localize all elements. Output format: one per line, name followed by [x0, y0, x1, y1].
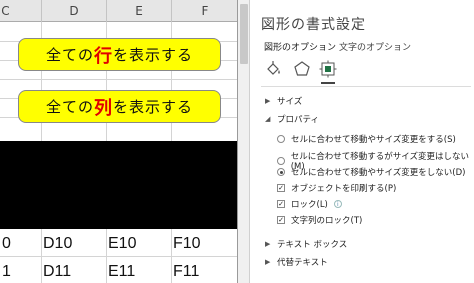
cell-e11[interactable]: E11: [108, 259, 135, 283]
size-properties-icon[interactable]: [319, 60, 337, 78]
section-size-label: サイズ: [277, 97, 303, 107]
button-text-suffix: を表示する: [113, 46, 194, 64]
expand-caret-icon: ▶: [265, 97, 271, 105]
checkbox[interactable]: ✓: [277, 200, 285, 208]
cell-e10[interactable]: E10: [108, 231, 136, 257]
selected-black-shape[interactable]: [0, 141, 238, 229]
column-header-c[interactable]: C: [0, 0, 42, 22]
show-all-columns-button[interactable]: 全ての列を表示する: [18, 90, 221, 123]
radio-dont-move-or-size[interactable]: セルに合わせて移動やサイズ変更をしない(D): [277, 166, 465, 178]
radio-button[interactable]: [277, 157, 285, 165]
checkbox-lock-text[interactable]: ✓ 文字列のロック(T): [277, 214, 362, 226]
cell-d10[interactable]: D10: [43, 231, 72, 257]
cell-f10[interactable]: F10: [173, 231, 201, 257]
button-text-prefix: 全ての: [45, 46, 94, 64]
section-alt-text-label: 代替テキスト: [277, 258, 328, 268]
radio-button-selected[interactable]: [277, 168, 285, 176]
tab-text-options[interactable]: 文字のオプション: [339, 40, 411, 53]
section-size[interactable]: ▶ サイズ: [265, 95, 302, 107]
cell-c10[interactable]: 0: [2, 231, 11, 257]
button-text-prefix: 全ての: [45, 98, 94, 116]
scrollbar-thumb[interactable]: [240, 4, 248, 64]
radio-label: セルに合わせて移動やサイズ変更をしない(D): [291, 168, 466, 178]
vertical-scrollbar[interactable]: [238, 0, 250, 283]
pane-title: 図形の書式設定: [261, 17, 366, 33]
fill-line-icon[interactable]: [265, 60, 283, 78]
column-header-e[interactable]: E: [107, 0, 172, 22]
cell-c11[interactable]: 1: [2, 259, 11, 283]
cell-d11[interactable]: D11: [43, 259, 71, 283]
column-header-d[interactable]: D: [42, 0, 107, 22]
radio-label: セルに合わせて移動やサイズ変更をする(S): [291, 135, 456, 145]
section-textbox-label: テキスト ボックス: [277, 240, 348, 250]
button-text-highlight: 列: [94, 97, 113, 119]
pane-divider: [261, 86, 471, 87]
effects-pentagon-icon[interactable]: [293, 60, 311, 78]
radio-move-and-size[interactable]: セルに合わせて移動やサイズ変更をする(S): [277, 133, 456, 145]
grid-line: [0, 79, 238, 80]
selected-category-indicator: [321, 82, 335, 84]
format-shape-pane: 図形の書式設定 図形のオプション 文字のオプション ▶ サイズ ◢ プロパティ …: [251, 0, 474, 283]
button-text-highlight: 行: [94, 45, 113, 67]
checkbox[interactable]: ✓: [277, 184, 285, 192]
cell-f11[interactable]: F11: [173, 259, 199, 283]
info-icon[interactable]: i: [333, 200, 342, 208]
checkbox-label: オブジェクトを印刷する(P): [291, 184, 397, 194]
button-text-suffix: を表示する: [113, 98, 194, 116]
section-alt-text[interactable]: ▶ 代替テキスト: [265, 256, 328, 268]
radio-button[interactable]: [277, 135, 285, 143]
collapse-caret-icon: ◢: [265, 115, 271, 123]
checkbox-label: 文字列のロック(T): [291, 216, 363, 226]
worksheet[interactable]: C D E F 全ての行を表示する 全ての列を表示する 0 D10 E10 F1…: [0, 0, 238, 283]
expand-caret-icon: ▶: [265, 258, 271, 266]
column-header-bar: C D E F: [0, 0, 238, 22]
checkbox[interactable]: ✓: [277, 216, 285, 224]
column-header-f[interactable]: F: [172, 0, 238, 22]
checkbox-locked[interactable]: ✓ ロック(L) i: [277, 198, 342, 210]
checkbox-label: ロック(L): [291, 200, 328, 210]
show-all-rows-button[interactable]: 全ての行を表示する: [18, 38, 221, 71]
section-properties-label: プロパティ: [277, 115, 319, 125]
expand-caret-icon: ▶: [265, 240, 271, 248]
tab-shape-options[interactable]: 図形のオプション: [264, 40, 336, 53]
section-textbox[interactable]: ▶ テキスト ボックス: [265, 238, 347, 250]
checkbox-print-object[interactable]: ✓ オブジェクトを印刷する(P): [277, 182, 396, 194]
section-properties[interactable]: ◢ プロパティ: [265, 113, 319, 125]
